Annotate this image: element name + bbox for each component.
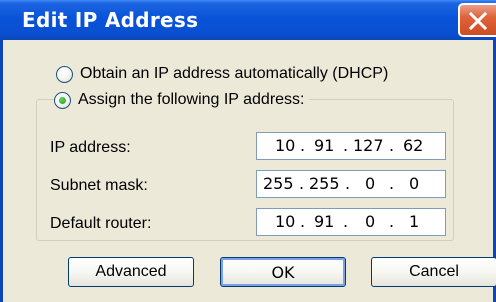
default-router-field[interactable]: 10 . 91 . 0 . 1 [256,208,446,236]
mask-octet-3: 0 [365,174,376,193]
ip-dot-3: . [389,136,395,155]
cancel-button[interactable]: Cancel [371,257,496,287]
default-router-label: Default router: [50,215,152,232]
mask-octet-1: 255 [263,174,294,193]
close-button[interactable] [458,3,496,37]
mask-octet-4: 0 [409,174,420,193]
mask-dot-2: . [345,174,351,193]
subnet-mask-label: Subnet mask: [50,177,148,194]
radio-dhcp[interactable]: Obtain an IP address automatically (DHCP… [56,65,388,83]
window-border-left [0,40,3,302]
close-icon [468,11,488,31]
radio-dhcp-label: Obtain an IP address automatically (DHCP… [80,65,389,82]
router-octet-3: 0 [365,212,376,231]
router-dot-2: . [343,212,349,231]
radio-button-selected[interactable] [54,91,71,109]
ip-dot-2: . [343,136,349,155]
radio-button-unselected[interactable] [56,65,73,83]
radio-static-label: Assign the following IP address: [78,91,305,108]
radio-static[interactable]: Assign the following IP address: [54,91,309,109]
mask-dot-1: . [299,174,305,193]
radio-selected-dot [59,96,66,104]
router-dot-3: . [389,212,395,231]
mask-octet-2: 255 [309,174,340,193]
router-dot-1: . [300,212,306,231]
mask-dot-3: . [389,174,395,193]
router-octet-2: 91 [314,212,335,231]
ip-octet-1: 10 [275,136,296,155]
ip-octet-3: 127 [353,136,384,155]
router-octet-1: 10 [275,212,296,231]
ip-octet-2: 91 [314,136,335,155]
ip-address-field[interactable]: 10 . 91 . 127 . 62 [256,132,446,160]
ip-address-label: IP address: [50,139,131,156]
router-octet-4: 1 [409,212,420,231]
dialog-title: Edit IP Address [22,8,199,32]
ip-dot-1: . [300,136,306,155]
advanced-button[interactable]: Advanced [68,257,194,287]
title-bar[interactable]: Edit IP Address [0,0,496,40]
subnet-mask-field[interactable]: 255 . 255 . 0 . 0 [256,170,446,198]
edit-ip-dialog: Edit IP Address Obtain an IP address aut… [0,0,496,302]
ip-octet-4: 62 [403,136,424,155]
ok-button[interactable]: OK [220,257,346,287]
